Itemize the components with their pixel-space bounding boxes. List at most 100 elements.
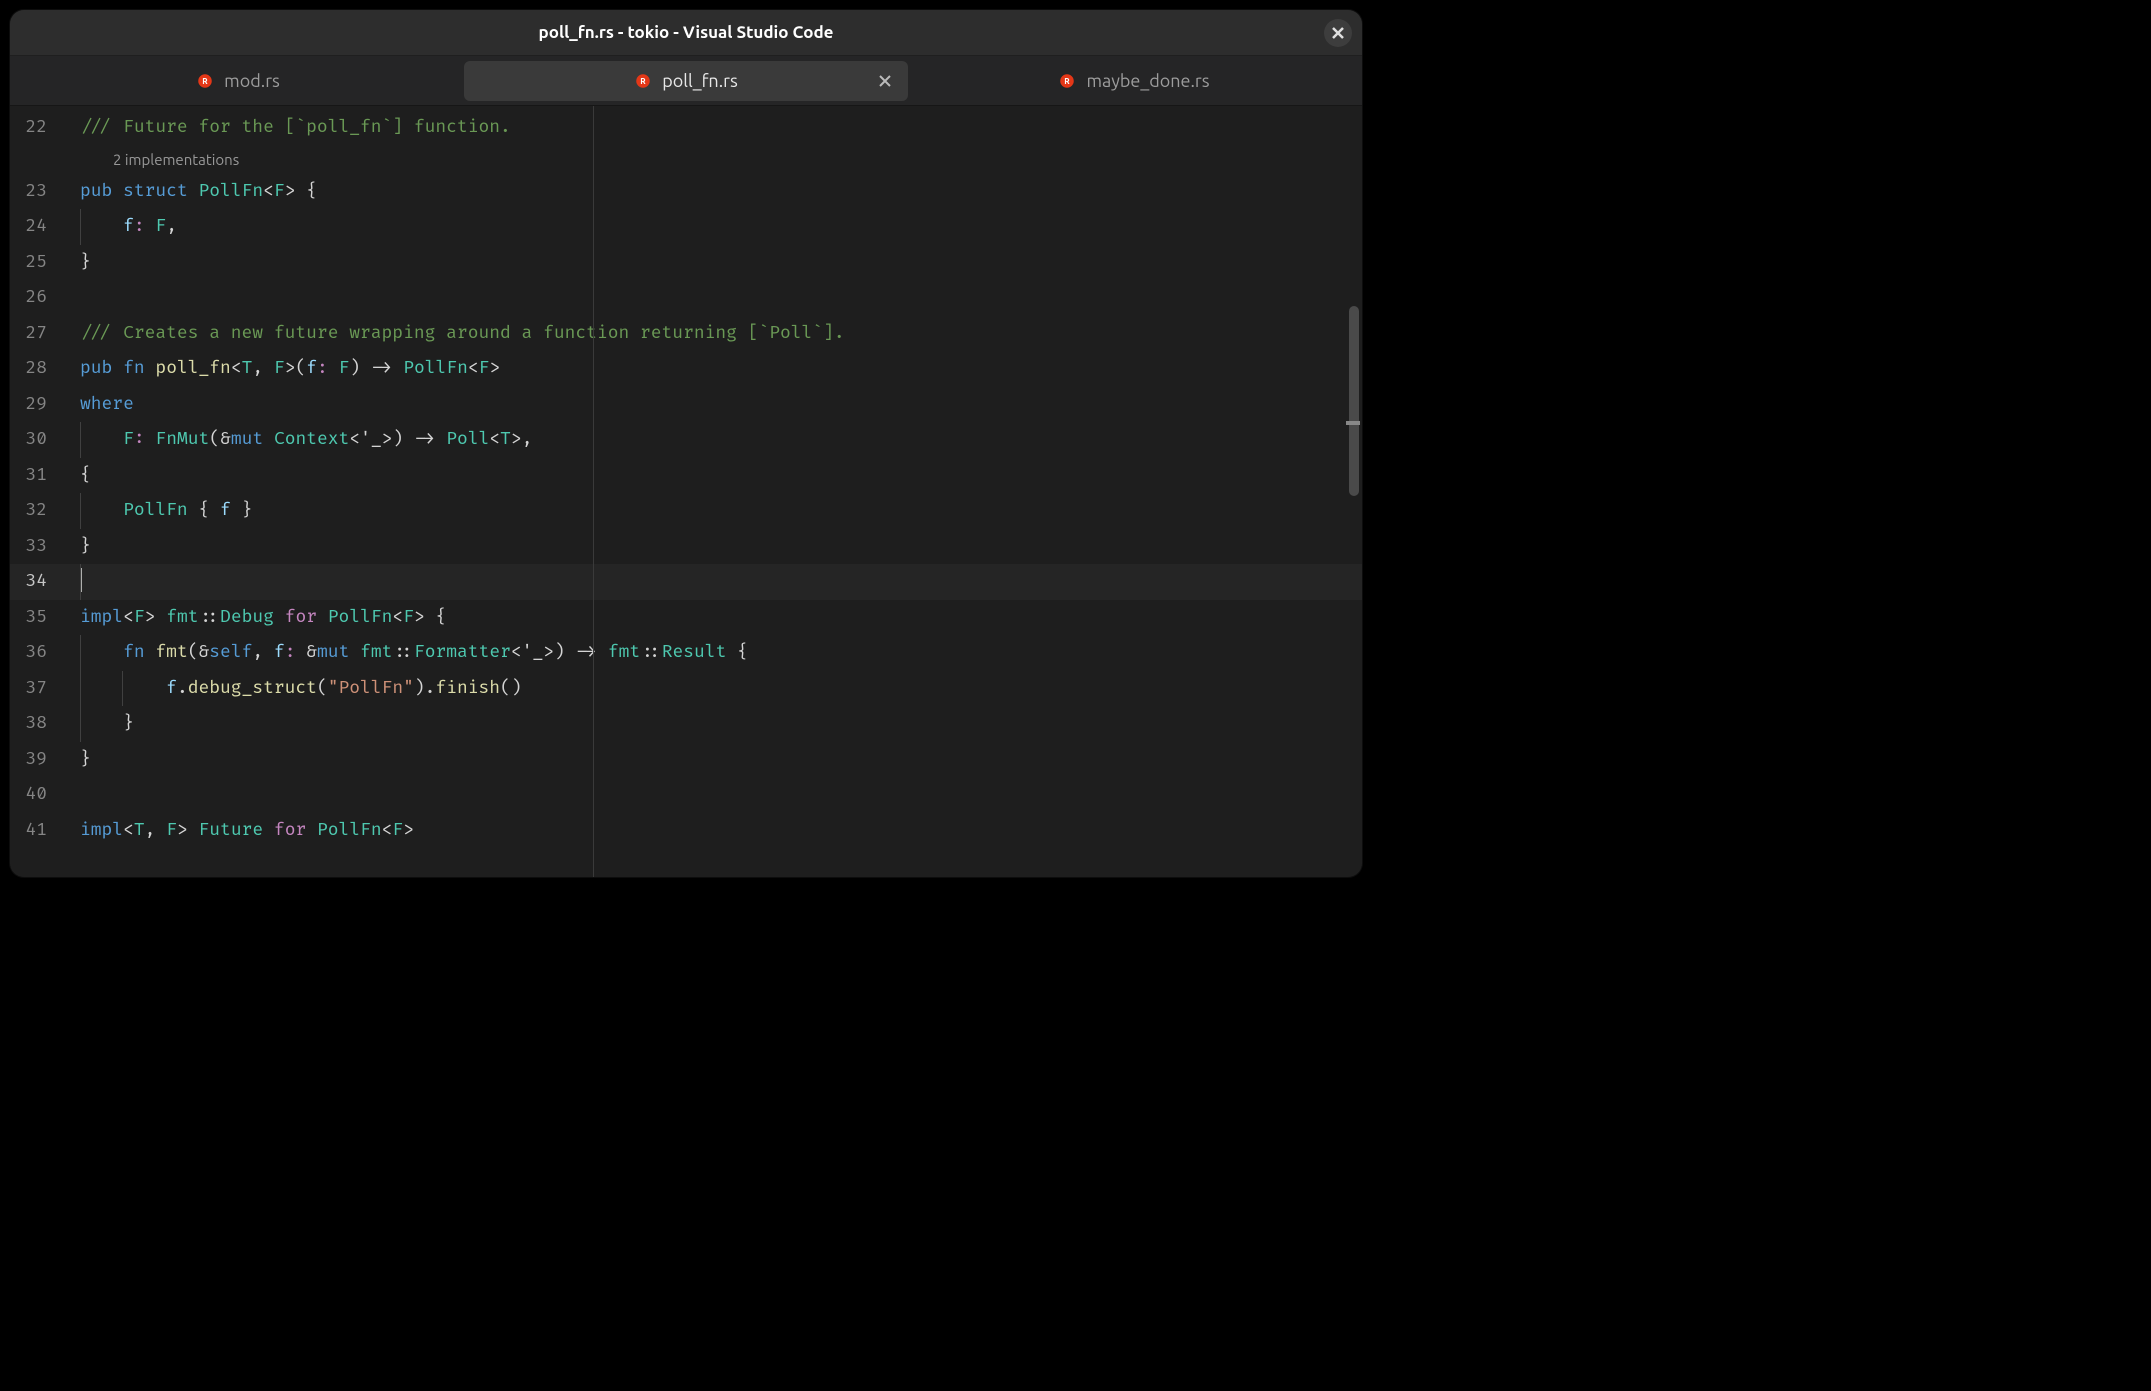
code-line[interactable]: 34 xyxy=(10,564,1362,600)
syntax-token-kw: fn xyxy=(123,358,145,379)
line-number: 23 xyxy=(10,174,80,210)
vertical-scrollbar[interactable] xyxy=(1346,106,1360,877)
syntax-token-type: T xyxy=(500,429,511,450)
titlebar[interactable]: poll_fn.rs - tokio - Visual Studio Code xyxy=(10,10,1362,56)
syntax-token-type: FnMut xyxy=(155,429,209,450)
code-line[interactable]: 40 xyxy=(10,777,1362,813)
code-line[interactable]: 30 F: FnMut(&mut Context<'_>) -> Poll<T>… xyxy=(10,422,1362,458)
rust-file-icon: R xyxy=(1058,72,1076,90)
syntax-token-punct: , xyxy=(166,216,177,237)
syntax-token-punct xyxy=(145,642,156,663)
syntax-token-punct xyxy=(80,642,123,663)
syntax-token-punct: < xyxy=(123,607,134,628)
line-number: 39 xyxy=(10,742,80,778)
syntax-token-punct xyxy=(263,820,274,841)
syntax-token-type: F xyxy=(155,216,166,237)
window-close-button[interactable] xyxy=(1324,19,1352,47)
code-line[interactable]: 25} xyxy=(10,245,1362,281)
syntax-token-punct xyxy=(80,429,123,450)
line-number: 38 xyxy=(10,706,80,742)
syntax-token-punct xyxy=(392,358,403,379)
syntax-token-op: & xyxy=(220,429,231,450)
syntax-token-punct xyxy=(145,216,156,237)
scrollbar-thumb[interactable] xyxy=(1349,306,1359,496)
syntax-token-punct: . xyxy=(177,678,188,699)
code-line[interactable]: 23pub struct PollFn<F> { xyxy=(10,174,1362,210)
syntax-token-for-kw: for xyxy=(274,820,306,841)
syntax-token-punct: >( xyxy=(285,358,307,379)
syntax-token-punct: ( xyxy=(209,429,220,450)
syntax-token-punct xyxy=(436,429,447,450)
syntax-token-type: F xyxy=(274,181,285,202)
scrollbar-marker xyxy=(1346,421,1360,425)
syntax-token-self-kw: self xyxy=(209,642,252,663)
line-number: 34 xyxy=(10,564,80,600)
tab-poll-fn-rs[interactable]: R poll_fn.rs xyxy=(464,61,908,101)
code-line[interactable]: 26 xyxy=(10,280,1362,316)
syntax-token-punct: ( xyxy=(188,642,199,663)
syntax-token-punct: < xyxy=(123,820,134,841)
line-number: 28 xyxy=(10,351,80,387)
syntax-token-fn-name: finish xyxy=(435,678,500,699)
indent-guide xyxy=(80,422,81,458)
code-line[interactable]: 24 f: F, xyxy=(10,209,1362,245)
code-line[interactable]: 22/// Future for the [`poll_fn`] functio… xyxy=(10,110,1362,146)
line-number: 26 xyxy=(10,280,80,316)
code-line[interactable]: 35impl<F> fmt::Debug for PollFn<F> { xyxy=(10,600,1362,636)
tab-mod-rs[interactable]: R mod.rs xyxy=(16,61,460,101)
line-code: impl<T, F> Future for PollFn<F> xyxy=(80,813,414,849)
line-number: 37 xyxy=(10,671,80,707)
syntax-token-punct: () xyxy=(500,678,522,699)
line-number: 35 xyxy=(10,600,80,636)
syntax-token-kw: pub xyxy=(80,358,112,379)
editor-content[interactable]: 22/// Future for the [`poll_fn`] functio… xyxy=(10,106,1362,877)
editor-window: poll_fn.rs - tokio - Visual Studio Code … xyxy=(10,10,1362,877)
syntax-token-type: PollFn xyxy=(328,607,393,628)
syntax-token-type: F xyxy=(134,607,145,628)
code-line[interactable]: 29where xyxy=(10,387,1362,423)
tab-close-button[interactable] xyxy=(876,72,894,90)
indent-guide xyxy=(122,671,123,707)
syntax-token-punct: ( xyxy=(317,678,328,699)
line-number: 29 xyxy=(10,387,80,423)
code-line[interactable]: 33} xyxy=(10,529,1362,565)
code-line[interactable]: 27/// Creates a new future wrapping arou… xyxy=(10,316,1362,352)
line-number: 27 xyxy=(10,316,80,352)
codelens-implementations[interactable]: 2 implementations xyxy=(113,142,239,178)
syntax-token-punct: > xyxy=(145,607,167,628)
tab-maybe-done-rs[interactable]: R maybe_done.rs xyxy=(912,61,1356,101)
code-lines-container[interactable]: 22/// Future for the [`poll_fn`] functio… xyxy=(10,106,1362,848)
syntax-token-string: "PollFn" xyxy=(328,678,414,699)
indent-guide xyxy=(80,493,81,529)
syntax-token-punct: } xyxy=(80,252,91,273)
syntax-token-punct: >, xyxy=(511,429,533,450)
syntax-token-type: F xyxy=(479,358,490,379)
code-line[interactable]: 31{ xyxy=(10,458,1362,494)
syntax-token-param: f xyxy=(123,216,134,237)
svg-text:R: R xyxy=(641,76,647,86)
syntax-token-type: fmt xyxy=(360,642,392,663)
editor-ruler xyxy=(593,106,594,877)
syntax-token-punct: <'_>) xyxy=(349,429,414,450)
syntax-token-type: F xyxy=(392,820,403,841)
code-line[interactable]: 39} xyxy=(10,742,1362,778)
syntax-token-punct xyxy=(145,358,156,379)
syntax-token-punct xyxy=(80,500,123,521)
line-code: pub struct PollFn<F> { xyxy=(80,174,317,210)
syntax-token-punct: , xyxy=(252,642,274,663)
code-line[interactable]: 32 PollFn { f } xyxy=(10,493,1362,529)
line-code: where xyxy=(80,387,134,423)
line-code: { xyxy=(80,458,91,494)
code-line[interactable]: 28pub fn poll_fn<T, F>(f: F) -> PollFn<F… xyxy=(10,351,1362,387)
syntax-token-comment: /// Creates a new future wrapping around… xyxy=(80,323,845,344)
line-code: /// Future for the [`poll_fn`] function. xyxy=(80,110,511,146)
line-number: 24 xyxy=(10,209,80,245)
code-line[interactable]: 38 } xyxy=(10,706,1362,742)
line-code: impl<F> fmt::Debug for PollFn<F> { xyxy=(80,600,446,636)
window-title: poll_fn.rs - tokio - Visual Studio Code xyxy=(539,23,834,42)
code-line[interactable]: 37 f.debug_struct("PollFn").finish() xyxy=(10,671,1362,707)
syntax-token-punct: < xyxy=(263,181,274,202)
line-code: } xyxy=(80,742,91,778)
code-line[interactable]: 36 fn fmt(&self, f: &mut fmt::Formatter<… xyxy=(10,635,1362,671)
code-line[interactable]: 41impl<T, F> Future for PollFn<F> xyxy=(10,813,1362,849)
